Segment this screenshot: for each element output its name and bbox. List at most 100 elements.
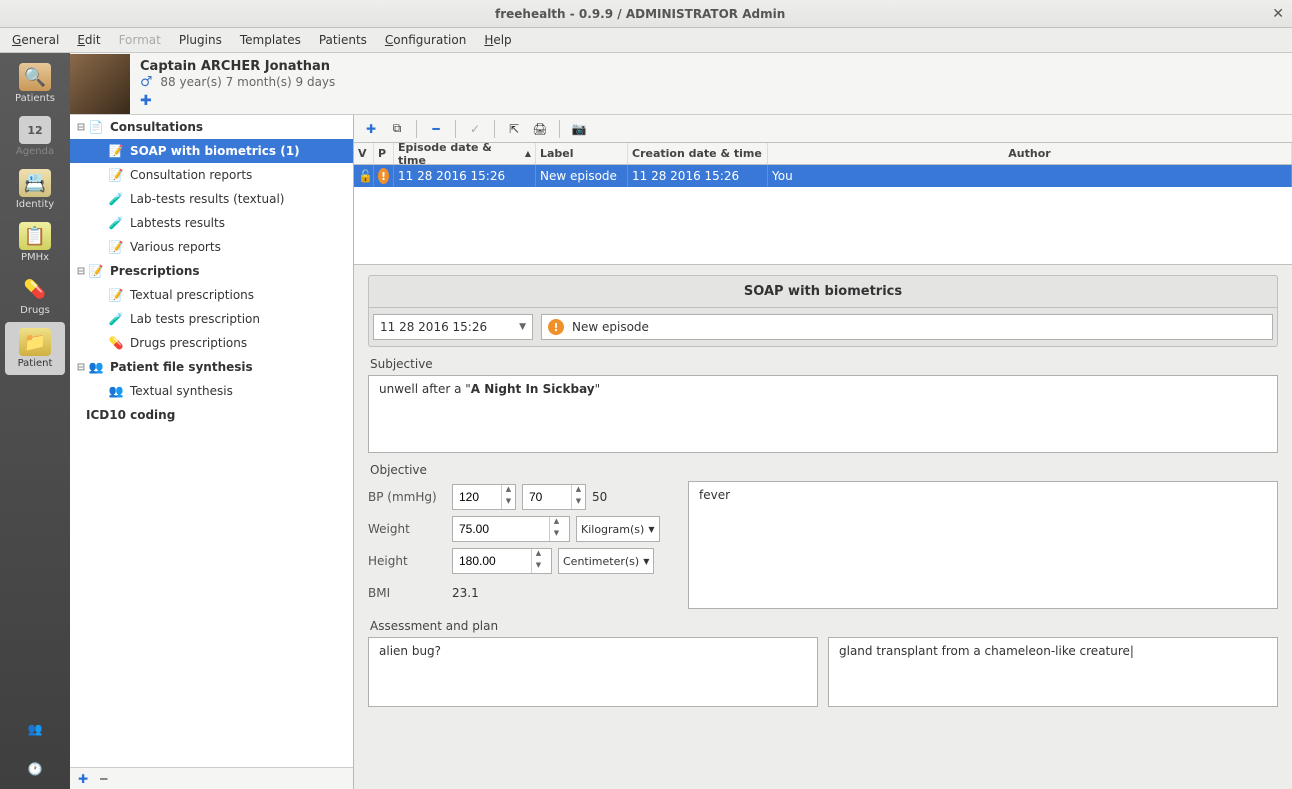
spin-up-icon[interactable]: ▲: [502, 485, 515, 497]
tree-consult-reports[interactable]: 📝 Consultation reports: [70, 163, 353, 187]
spin-down-icon[interactable]: ▼: [550, 529, 563, 541]
weight-input[interactable]: ▲▼: [452, 516, 570, 542]
sidebar-item-pmhx[interactable]: 📋 PMHx: [5, 216, 65, 269]
snapshot-button[interactable]: 📷: [568, 118, 590, 140]
spin-up-icon[interactable]: ▲: [572, 485, 585, 497]
close-icon[interactable]: ✕: [1272, 6, 1284, 22]
collapse-icon[interactable]: ⊟: [74, 362, 88, 373]
identity-icon: 📇: [19, 169, 51, 197]
episode-date-select[interactable]: 11 28 2016 15:26 ▼: [373, 314, 533, 340]
plan-field[interactable]: gland transplant from a chameleon-like c…: [828, 637, 1278, 707]
spin-down-icon[interactable]: ▼: [532, 561, 545, 573]
form-title: SOAP with biometrics: [368, 275, 1278, 308]
menu-templates[interactable]: Templates: [240, 33, 301, 47]
add-episode-button[interactable]: ✚: [360, 118, 382, 140]
spin-up-icon[interactable]: ▲: [532, 549, 545, 561]
drugs-icon: 💊: [19, 275, 51, 303]
validate-button[interactable]: ✓: [464, 118, 486, 140]
patient-header: Captain ARCHER Jonathan ♂ 88 year(s) 7 m…: [70, 53, 1292, 115]
col-p[interactable]: P: [374, 143, 394, 164]
tree-synthesis[interactable]: ⊟ 👥 Patient file synthesis: [70, 355, 353, 379]
tree-lab-presc[interactable]: 🧪 Lab tests prescription: [70, 307, 353, 331]
tree-prescriptions[interactable]: ⊟ 📝 Prescriptions: [70, 259, 353, 283]
assessment-field[interactable]: alien bug?: [368, 637, 818, 707]
episode-table: V P Episode date & time▲ Label Creation …: [354, 143, 1292, 187]
agenda-icon: 12: [19, 116, 51, 144]
col-creation[interactable]: Creation date & time: [628, 143, 768, 164]
warning-icon: !: [548, 319, 564, 335]
gender-male-icon: ♂: [140, 74, 153, 90]
export-button[interactable]: ⇱: [503, 118, 525, 140]
sidebar-item-identity[interactable]: 📇 Identity: [5, 163, 65, 216]
menu-bar: General Edit Format Plugins Templates Pa…: [0, 28, 1292, 53]
menu-edit[interactable]: Edit: [77, 33, 100, 47]
bp-label: BP (mmHg): [368, 490, 446, 504]
tree-footer: ✚ ━: [70, 767, 353, 789]
sidebar-item-patient[interactable]: 📁 Patient: [5, 322, 65, 375]
tree-remove-button[interactable]: ━: [100, 772, 107, 786]
assessment-plan-label: Assessment and plan: [370, 619, 1276, 633]
objective-text-field[interactable]: fever: [688, 481, 1278, 609]
doc-icon: 📝: [108, 167, 124, 183]
episode-label-field[interactable]: ! New episode: [541, 314, 1273, 340]
folder-icon: 📄: [88, 119, 104, 135]
subjective-field[interactable]: unwell after a "A Night In Sickbay": [368, 375, 1278, 453]
menu-help[interactable]: Help: [484, 33, 511, 47]
lock-icon: 🔓: [358, 169, 373, 183]
col-v[interactable]: V: [354, 143, 374, 164]
height-label: Height: [368, 554, 446, 568]
patient-avatar: [70, 54, 130, 114]
sidebar-item-drugs[interactable]: 💊 Drugs: [5, 269, 65, 322]
bmi-label: BMI: [368, 586, 446, 600]
patient-name: Captain ARCHER Jonathan: [140, 59, 1292, 74]
menu-general[interactable]: General: [12, 33, 59, 47]
users-icon[interactable]: 👥: [15, 713, 55, 745]
spin-up-icon[interactable]: ▲: [550, 517, 563, 529]
menu-format: Format: [119, 33, 161, 47]
col-label[interactable]: Label: [536, 143, 628, 164]
height-unit-select[interactable]: Centimeter(s)▼: [558, 548, 654, 574]
remove-button[interactable]: ━: [425, 118, 447, 140]
tree-labtests[interactable]: 🧪 Labtests results: [70, 211, 353, 235]
doc-icon: 📝: [108, 143, 124, 159]
tree-add-button[interactable]: ✚: [78, 772, 88, 786]
clock-icon[interactable]: 🕐: [15, 753, 55, 785]
doc-icon: 📝: [108, 239, 124, 255]
sidebar-item-agenda[interactable]: 12 Agenda: [5, 110, 65, 163]
tree-icd10[interactable]: ICD10 coding: [70, 403, 353, 427]
print-button[interactable]: 🖨: [529, 118, 551, 140]
bp-systolic-input[interactable]: ▲▼: [452, 484, 516, 510]
warning-icon: !: [378, 168, 389, 184]
collapse-icon[interactable]: ⊟: [74, 266, 88, 277]
tree-textual-synth[interactable]: 👥 Textual synthesis: [70, 379, 353, 403]
lab-icon: 🧪: [108, 191, 124, 207]
tree-consultations[interactable]: ⊟ 📄 Consultations: [70, 115, 353, 139]
add-patient-button[interactable]: ✚: [140, 94, 158, 108]
episode-row[interactable]: 🔓 ! 11 28 2016 15:26 New episode 11 28 2…: [354, 165, 1292, 187]
sidebar-item-patients[interactable]: 🔍 Patients: [5, 57, 65, 110]
bp-diastolic-input[interactable]: ▲▼: [522, 484, 586, 510]
mode-sidebar: 🔍 Patients 12 Agenda 📇 Identity 📋 PMHx 💊…: [0, 53, 70, 789]
tree-soap[interactable]: 📝 SOAP with biometrics (1): [70, 139, 353, 163]
tree-labtests-textual[interactable]: 🧪 Lab-tests results (textual): [70, 187, 353, 211]
patient-age-line: ♂ 88 year(s) 7 month(s) 9 days: [140, 74, 1292, 90]
col-author[interactable]: Author: [768, 143, 1292, 164]
spin-down-icon[interactable]: ▼: [572, 497, 585, 509]
window-title: freehealth - 0.9.9 / ADMINISTRATOR Admin: [8, 7, 1272, 21]
subjective-label: Subjective: [370, 357, 1276, 371]
menu-configuration[interactable]: Configuration: [385, 33, 466, 47]
col-date[interactable]: Episode date & time▲: [394, 143, 536, 164]
title-bar: freehealth - 0.9.9 / ADMINISTRATOR Admin…: [0, 0, 1292, 28]
tree-textual-presc[interactable]: 📝 Textual prescriptions: [70, 283, 353, 307]
height-input[interactable]: ▲▼: [452, 548, 552, 574]
spin-down-icon[interactable]: ▼: [502, 497, 515, 509]
collapse-icon[interactable]: ⊟: [74, 122, 88, 133]
menu-plugins[interactable]: Plugins: [179, 33, 222, 47]
episode-pane: ✚ ⧉ ━ ✓ ⇱ 🖨 📷 V P Episode da: [354, 115, 1292, 789]
weight-unit-select[interactable]: Kilogram(s)▼: [576, 516, 660, 542]
duplicate-button[interactable]: ⧉: [386, 118, 408, 140]
tree-various[interactable]: 📝 Various reports: [70, 235, 353, 259]
tree-drugs-presc[interactable]: 💊 Drugs prescriptions: [70, 331, 353, 355]
menu-patients[interactable]: Patients: [319, 33, 367, 47]
patients-icon: 🔍: [19, 63, 51, 91]
